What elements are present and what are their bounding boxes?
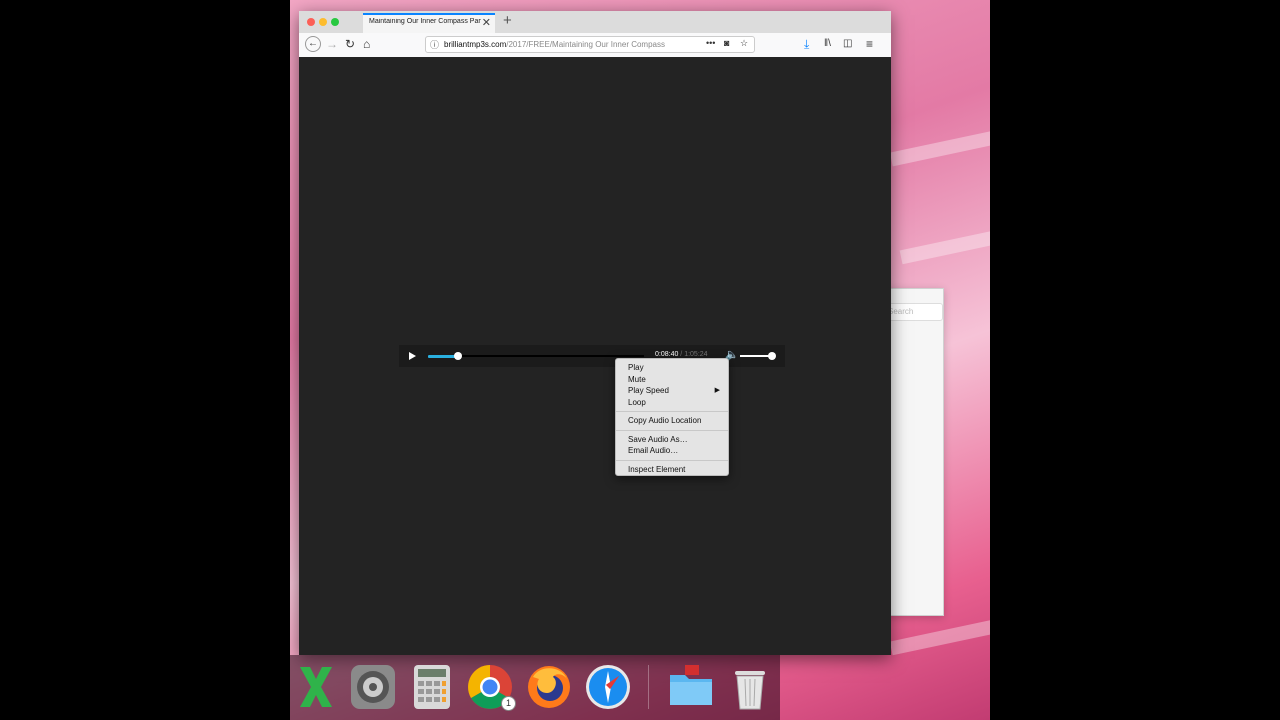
menu-item[interactable]: Email Audio… (616, 445, 728, 457)
menu-item[interactable]: Mute (616, 374, 728, 386)
menu-item-label: Copy Audio Location (628, 416, 702, 425)
menu-item[interactable]: Save Audio As… (616, 434, 728, 446)
trash-icon[interactable] (726, 663, 774, 711)
menu-item[interactable]: Play Speed ▶ (616, 385, 728, 397)
menu-item-label: Play (628, 363, 644, 372)
menu-item-label: Mute (628, 374, 646, 384)
context-menu: Play Mute Play Speed ▶ Loop Copy Audio Locati… (615, 358, 729, 476)
volume-thumb[interactable] (768, 352, 776, 360)
url-path: /2017/FREE/Maintaining Our Inner Compass (506, 40, 665, 49)
back-icon[interactable]: ← (305, 36, 321, 52)
downloads-icon[interactable]: ⤓ (804, 36, 809, 52)
close-window-button[interactable] (307, 18, 315, 26)
browser-tab[interactable]: Maintaining Our Inner Compass Part ✕ (363, 13, 495, 33)
menu-separator (616, 429, 728, 431)
tab-title: Maintaining Our Inner Compass Part (369, 18, 481, 25)
menu-item-label: Save Audio As… (628, 434, 688, 444)
duration: 1:05:24 (684, 351, 708, 358)
navigation-toolbar: ← → ↻ ⌂ ⓘ brilliantmp3s.com/2017/FREE/Ma… (299, 33, 891, 58)
site-info-icon[interactable]: ⓘ (430, 38, 439, 51)
current-time: 0:08:40 (655, 351, 679, 358)
menu-separator (616, 459, 728, 461)
close-tab-icon[interactable]: ✕ (482, 16, 491, 29)
chrome-notification-badge: 1 (501, 696, 516, 711)
page-content: 0:08:40 / 1:05:24 🔈 Play Mute Play Speed ▶ L… (299, 57, 891, 655)
safari-icon[interactable] (584, 663, 632, 711)
search-field[interactable]: Search (885, 303, 943, 321)
menu-item-label: Inspect Element (628, 464, 686, 474)
library-icon[interactable]: ‖\ (824, 36, 831, 52)
menu-item[interactable]: Play (616, 362, 728, 374)
sidebar-icon[interactable]: ◫ (843, 36, 852, 52)
menu-item-label: Loop (628, 397, 646, 407)
url-host: brilliantmp3s.com (444, 40, 507, 49)
forward-icon[interactable]: → (326, 36, 338, 52)
tab-bar: Maintaining Our Inner Compass Part ✕ + (299, 11, 891, 33)
home-icon[interactable]: ⌂ (363, 36, 370, 52)
menu-item-label: Email Audio… (628, 446, 679, 455)
zoom-window-button[interactable] (331, 18, 339, 26)
menu-item[interactable]: Loop (616, 397, 728, 409)
pocket-icon[interactable]: ◙ (724, 38, 729, 48)
menu-item[interactable]: Copy Audio Location (616, 415, 728, 427)
dock-divider (648, 665, 649, 709)
firefox-window: Maintaining Our Inner Compass Part ✕ + ←… (299, 11, 891, 655)
time-display: 0:08:40 / 1:05:24 (655, 351, 708, 358)
seek-thumb[interactable] (454, 352, 463, 360)
firefox-icon[interactable] (525, 663, 573, 711)
menu-separator (616, 411, 728, 412)
calculator-icon[interactable] (408, 663, 456, 711)
menu-icon[interactable]: ≡ (866, 36, 873, 52)
excel-icon[interactable] (292, 663, 340, 711)
url-text[interactable]: brilliantmp3s.com/2017/FREE/Maintaining … (444, 40, 682, 49)
new-tab-button[interactable]: + (503, 12, 512, 29)
system-preferences-icon[interactable] (349, 663, 397, 711)
play-icon[interactable] (409, 352, 416, 360)
seek-bar[interactable] (428, 352, 644, 360)
url-bar[interactable]: ⓘ brilliantmp3s.com/2017/FREE/Maintainin… (425, 36, 755, 53)
bookmark-star-icon[interactable]: ☆ (740, 38, 748, 49)
desktop: Search Maintaining Our Inner Compass Par… (290, 0, 990, 720)
page-actions-icon[interactable]: ••• (706, 38, 715, 48)
submenu-arrow-icon: ▶ (714, 387, 720, 394)
folder-icon[interactable] (667, 663, 715, 711)
dock: 1 (290, 655, 780, 720)
background-finder-window[interactable]: Search (884, 288, 944, 616)
menu-item[interactable]: Inspect Element (616, 464, 728, 476)
minimize-window-button[interactable] (319, 18, 327, 26)
reload-icon[interactable]: ↻ (345, 36, 355, 52)
menu-item-label: Play Speed (628, 386, 669, 395)
